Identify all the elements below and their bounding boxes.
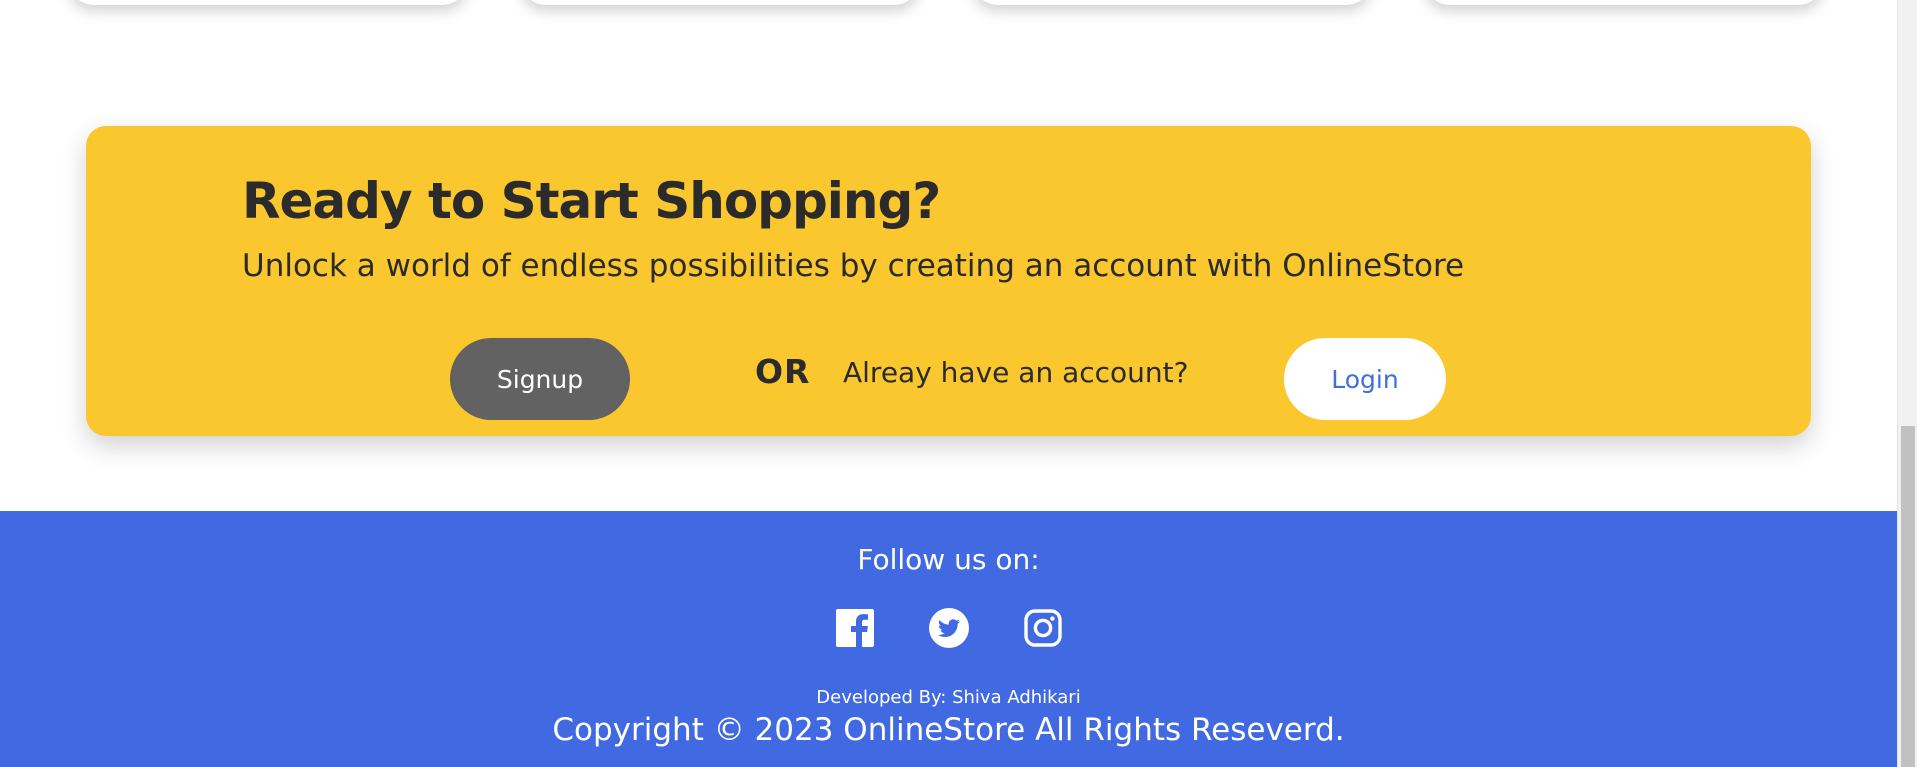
signup-cta-banner: Ready to Start Shopping? Unlock a world … xyxy=(86,126,1811,436)
social-links xyxy=(0,608,1897,648)
product-card[interactable] xyxy=(1424,0,1824,5)
developer-credit: Developed By: Shiva Adhikari xyxy=(816,687,1081,708)
or-separator: OR xyxy=(755,352,811,391)
product-card[interactable] xyxy=(972,0,1372,5)
copyright-text: Copyright © 2023 OnlineStore All Rights … xyxy=(552,712,1345,748)
twitter-icon[interactable] xyxy=(928,608,969,648)
cta-title: Ready to Start Shopping? xyxy=(242,172,941,230)
footer: Follow us on: Developed By: Shiva Adhika… xyxy=(0,511,1897,767)
product-card[interactable] xyxy=(68,0,468,5)
cta-subtitle: Unlock a world of endless possibilities … xyxy=(242,248,1465,284)
page: Ready to Start Shopping? Unlock a world … xyxy=(0,0,1917,767)
follow-us-label: Follow us on: xyxy=(857,543,1040,576)
signup-button[interactable]: Signup xyxy=(450,338,630,420)
login-button[interactable]: Login xyxy=(1284,338,1446,420)
scrollbar-thumb[interactable] xyxy=(1901,426,1915,767)
product-card[interactable] xyxy=(520,0,920,5)
scrollbar[interactable] xyxy=(1897,0,1917,767)
facebook-icon[interactable] xyxy=(835,608,875,648)
have-account-text: Alreay have an account? xyxy=(843,356,1189,389)
instagram-icon[interactable] xyxy=(1023,608,1063,648)
